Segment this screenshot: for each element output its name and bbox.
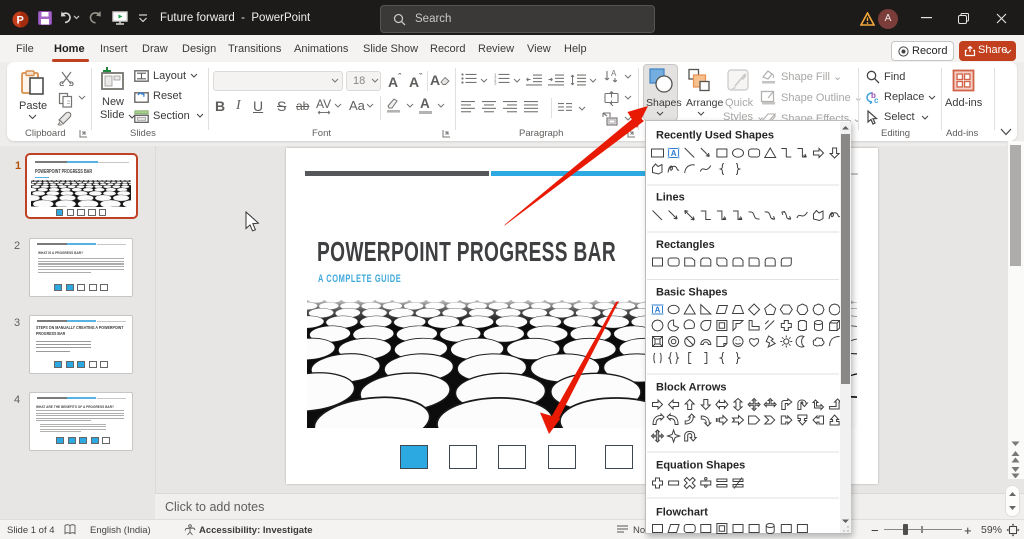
svg-text:3: 3: [494, 81, 497, 86]
svg-text:A: A: [671, 149, 677, 158]
svg-text:Block Arrows: Block Arrows: [656, 382, 727, 394]
svg-text:Lines: Lines: [656, 192, 685, 204]
svg-text:Basic Shapes: Basic Shapes: [656, 287, 728, 299]
svg-text:Flowchart: Flowchart: [656, 507, 708, 519]
svg-text:Equation Shapes: Equation Shapes: [656, 460, 745, 472]
svg-text:A: A: [611, 70, 617, 78]
svg-text:Rectangles: Rectangles: [656, 239, 715, 251]
svg-text:c: c: [874, 96, 879, 104]
svg-text:P: P: [17, 15, 24, 27]
svg-text:Recently Used Shapes: Recently Used Shapes: [656, 130, 774, 142]
svg-text:A: A: [655, 306, 661, 315]
